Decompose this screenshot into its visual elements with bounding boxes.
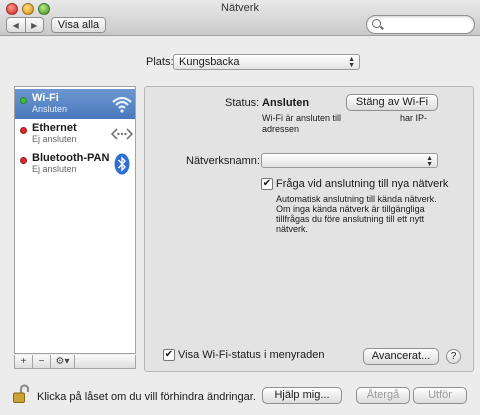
back-forward-control: ◀ ▶: [6, 17, 44, 33]
popup-arrows-icon: ▲ ▼: [426, 155, 433, 168]
service-status: Ej ansluten: [32, 134, 77, 144]
advanced-button[interactable]: Avancerat...: [363, 348, 439, 365]
service-item-bluetooth-pan[interactable]: Bluetooth-PAN Ej ansluten: [15, 149, 135, 179]
help-button[interactable]: ?: [446, 349, 461, 364]
show-wifi-status-checkbox[interactable]: ✔: [163, 349, 175, 361]
ask-to-join-checkbox[interactable]: ✔: [261, 178, 273, 190]
window-title: Nätverk: [221, 2, 259, 14]
popup-arrows-icon: ▲ ▼: [348, 56, 355, 69]
location-label: Plats:: [146, 56, 174, 68]
status-description-ip: har IP-: [400, 113, 428, 123]
bluetooth-icon: [110, 152, 134, 176]
status-description: Wi-Fi är ansluten till: [262, 113, 342, 123]
show-wifi-status-label: Visa Wi-Fi-status i menyraden: [178, 349, 325, 361]
back-button[interactable]: ◀: [7, 18, 26, 32]
apply-button[interactable]: Utför: [413, 387, 467, 404]
lock-message: Klicka på låset om du vill förhindra änd…: [37, 391, 256, 403]
status-description-line2: adressen: [262, 124, 300, 134]
service-status: Ansluten: [32, 104, 68, 114]
service-list: Wi-Fi Ansluten Ethernet Ej ansluten Blue…: [14, 86, 136, 354]
gear-menu-button[interactable]: ⚙▾: [51, 355, 75, 368]
location-value: Kungsbacka: [179, 56, 240, 68]
turn-off-wifi-button[interactable]: Stäng av Wi-Fi: [346, 94, 438, 111]
checkmark-icon: ✔: [262, 178, 272, 189]
service-name: Wi-Fi: [32, 92, 59, 104]
wifi-icon: [110, 92, 134, 116]
lock-icon[interactable]: [12, 384, 30, 407]
service-item-ethernet[interactable]: Ethernet Ej ansluten: [15, 119, 135, 149]
network-preferences-window: Nätverk ◀ ▶ Visa alla Plats: Kungsbacka …: [0, 0, 480, 415]
status-dot-icon: [20, 127, 27, 134]
search-input[interactable]: [385, 18, 471, 31]
location-popup[interactable]: Kungsbacka ▲ ▼: [173, 54, 360, 70]
status-dot-icon: [20, 157, 27, 164]
assist-me-button[interactable]: Hjälp mig...: [262, 387, 342, 404]
network-name-popup[interactable]: ▲ ▼: [261, 153, 438, 168]
ask-to-join-label: Fråga vid anslutning till nya nätverk: [276, 178, 449, 190]
service-status: Ej ansluten: [32, 164, 77, 174]
status-label: Status:: [225, 97, 260, 109]
service-name: Ethernet: [32, 122, 77, 134]
ethernet-icon: [110, 122, 134, 146]
status-dot-icon: [20, 97, 27, 104]
checkmark-icon: ✔: [164, 349, 174, 360]
revert-button[interactable]: Återgå: [356, 387, 410, 404]
service-list-buttons: + − ⚙▾: [14, 355, 136, 369]
network-name-label: Nätverksnamn:: [186, 155, 260, 167]
search-field[interactable]: [366, 15, 475, 34]
search-icon: [372, 19, 381, 28]
service-name: Bluetooth-PAN: [32, 152, 110, 164]
toolbar: Nätverk ◀ ▶ Visa alla: [0, 0, 480, 36]
service-item-wifi[interactable]: Wi-Fi Ansluten: [15, 89, 135, 119]
show-all-button[interactable]: Visa alla: [51, 17, 106, 33]
ask-to-join-description: Automatisk anslutning till kända nätverk…: [276, 194, 437, 234]
add-service-button[interactable]: +: [15, 355, 33, 368]
forward-button[interactable]: ▶: [26, 18, 44, 32]
remove-service-button[interactable]: −: [33, 355, 51, 368]
status-value: Ansluten: [262, 97, 310, 109]
